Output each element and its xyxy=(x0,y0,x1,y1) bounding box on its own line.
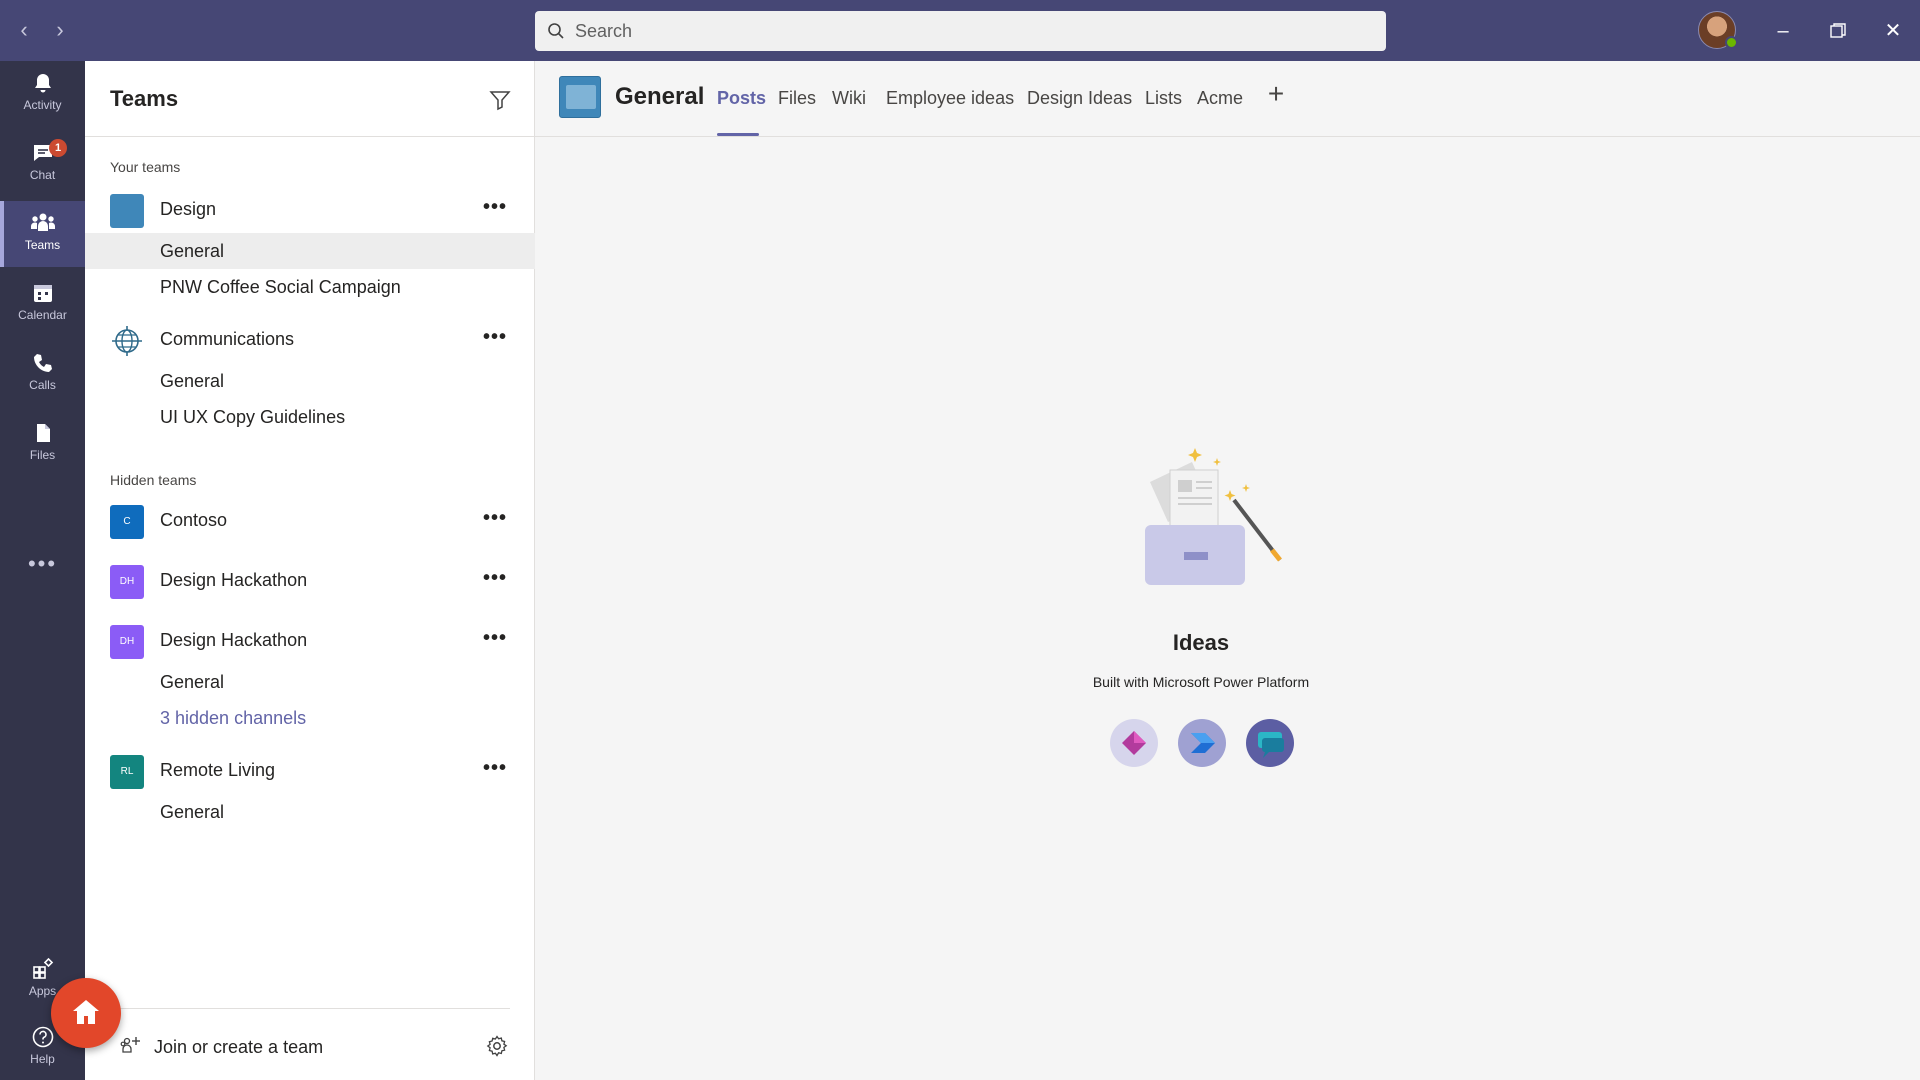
team-name: Remote Living xyxy=(160,760,276,780)
more-options-icon[interactable]: ••• xyxy=(480,568,510,593)
more-options-icon[interactable]: ••• xyxy=(480,758,510,783)
empty-state-title: Ideas xyxy=(1172,630,1230,655)
active-tab-indicator xyxy=(717,133,759,136)
gear-icon[interactable] xyxy=(485,1034,509,1058)
join-team-icon[interactable] xyxy=(120,1035,142,1057)
teams-panel-footer: Join or create a team xyxy=(110,1008,510,1080)
team-row-design[interactable]: Design ••• xyxy=(85,186,535,234)
team-row-design-hackathon[interactable]: DH Design Hackathon ••• xyxy=(85,557,535,605)
more-options-icon[interactable]: ••• xyxy=(480,197,510,222)
unread-badge: 1 xyxy=(49,139,67,157)
team-avatar: RL xyxy=(110,755,144,789)
team-avatar xyxy=(559,76,601,118)
ideas-illustration xyxy=(1145,448,1282,585)
apps-icon xyxy=(32,957,53,979)
channel-name: General xyxy=(160,672,225,692)
file-icon xyxy=(36,424,50,442)
appbar-label: Teams xyxy=(24,238,61,252)
hidden-channels-label: 3 hidden channels xyxy=(160,708,307,728)
appbar-label: Chat xyxy=(29,168,56,182)
channel-name: General xyxy=(160,802,225,822)
minimize-icon[interactable]: – xyxy=(1768,16,1798,46)
more-options-icon[interactable]: ••• xyxy=(480,508,510,533)
tab-lists[interactable]: Lists xyxy=(1145,88,1182,109)
search-bar[interactable] xyxy=(535,11,1386,51)
teams-icon xyxy=(30,213,55,231)
appbar-label: Calls xyxy=(29,378,56,392)
more-apps-icon[interactable]: ••• xyxy=(0,551,85,577)
channel-row[interactable]: General xyxy=(85,664,535,700)
team-row-contoso[interactable]: C Contoso ••• xyxy=(85,497,535,545)
hidden-channels-link[interactable]: 3 hidden channels xyxy=(85,700,535,736)
bell-icon xyxy=(34,74,51,93)
team-avatar: DH xyxy=(110,565,144,599)
join-or-create-team-link[interactable]: Join or create a team xyxy=(154,1037,323,1058)
forward-arrow-icon[interactable]: › xyxy=(48,18,72,42)
team-name: Contoso xyxy=(160,510,228,530)
empty-state-title-row: Ideas xyxy=(0,630,1920,656)
appbar-label: Files xyxy=(29,448,56,462)
filter-icon[interactable] xyxy=(488,88,512,112)
channel-name: UI UX Copy Guidelines xyxy=(160,407,346,427)
home-icon xyxy=(73,1000,99,1024)
channel-row[interactable]: UI UX Copy Guidelines xyxy=(85,399,535,435)
globe-icon xyxy=(112,326,142,356)
team-avatar: C xyxy=(110,505,144,539)
hidden-teams-label: Hidden teams xyxy=(110,472,197,488)
teams-panel: Teams Your teams Design ••• General PNW … xyxy=(85,61,535,1080)
tab-wiki[interactable]: Wiki xyxy=(832,88,866,109)
tab-employee-ideas[interactable]: Employee ideas xyxy=(886,88,1014,109)
appbar-chat[interactable]: Chat 1 xyxy=(0,131,85,197)
appbar-calendar[interactable]: Calendar xyxy=(0,271,85,337)
channel-name: General xyxy=(160,241,225,261)
back-arrow-icon[interactable]: ‹ xyxy=(12,18,36,42)
appbar-activity[interactable]: Activity xyxy=(0,61,85,127)
home-button[interactable] xyxy=(51,978,121,1048)
tab-files[interactable]: Files xyxy=(778,88,816,109)
help-icon xyxy=(32,1026,53,1048)
search-icon xyxy=(548,23,564,39)
phone-icon xyxy=(33,354,52,372)
tab-design-ideas[interactable]: Design Ideas xyxy=(1027,88,1132,109)
channel-name: General xyxy=(160,371,225,391)
appbar-files[interactable]: Files xyxy=(0,411,85,477)
team-row-remote-living[interactable]: RL Remote Living ••• xyxy=(85,747,535,795)
team-name: Design xyxy=(160,199,217,219)
team-row-communications[interactable]: Communications ••• xyxy=(85,316,535,364)
appbar-teams[interactable]: Teams xyxy=(0,201,85,267)
tab-acme[interactable]: Acme xyxy=(1197,88,1243,109)
channel-title: General xyxy=(615,83,705,110)
app-bar: Activity Chat 1 Teams Calendar Calls Fil… xyxy=(0,61,85,1080)
restore-icon[interactable] xyxy=(1823,16,1853,46)
teams-panel-header: Teams xyxy=(85,61,535,137)
power-apps-icon xyxy=(1110,719,1158,767)
team-name: Communications xyxy=(160,329,295,349)
close-icon[interactable]: ✕ xyxy=(1878,16,1908,46)
channel-row[interactable]: General xyxy=(85,233,535,269)
channel-row[interactable]: General xyxy=(85,794,535,830)
your-teams-label: Your teams xyxy=(110,159,181,175)
channel-row[interactable]: PNW Coffee Social Campaign xyxy=(85,269,535,305)
add-tab-icon[interactable]: + xyxy=(1261,79,1291,109)
title-bar: ‹ › – ✕ xyxy=(0,0,1920,61)
power-virtual-agents-icon xyxy=(1246,719,1294,767)
channel-name: PNW Coffee Social Campaign xyxy=(160,277,401,297)
tab-posts[interactable]: Posts xyxy=(717,88,766,109)
power-automate-icon xyxy=(1178,719,1226,767)
team-avatar xyxy=(110,194,144,228)
more-options-icon[interactable]: ••• xyxy=(480,327,510,352)
empty-state-subtitle: Built with Microsoft Power Platform xyxy=(1092,674,1310,690)
channel-header: General Posts Files Wiki Employee ideas … xyxy=(535,61,1920,137)
appbar-calls[interactable]: Calls xyxy=(0,341,85,407)
panel-title: Teams xyxy=(110,86,179,111)
presence-available-icon xyxy=(1725,36,1738,49)
team-name: Design Hackathon xyxy=(160,570,308,590)
calendar-icon xyxy=(33,285,52,302)
appbar-label: Help xyxy=(30,1052,55,1066)
channel-row[interactable]: General xyxy=(85,363,535,399)
appbar-label: Activity xyxy=(23,98,62,112)
appbar-label: Calendar xyxy=(18,308,67,322)
search-input[interactable] xyxy=(575,20,1355,42)
